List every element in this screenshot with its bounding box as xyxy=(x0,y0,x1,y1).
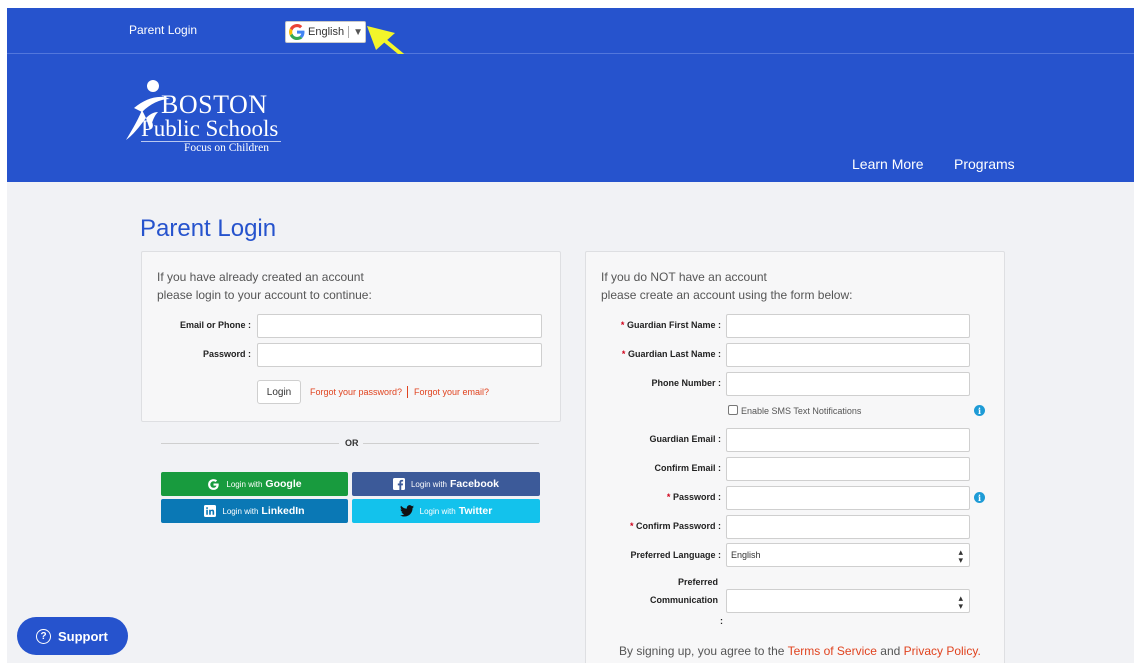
hero-banner: BOSTON Public Schools Focus on Children … xyxy=(7,54,1134,182)
google-g-icon xyxy=(208,478,220,490)
guardian-first-name-input[interactable] xyxy=(726,314,970,338)
nav-programs[interactable]: Programs xyxy=(954,156,1015,172)
select-arrows-icon: ▴ ▾ xyxy=(958,593,963,611)
preferred-language-select[interactable]: English ▴ ▾ xyxy=(726,543,970,567)
privacy-policy-link[interactable]: Privacy Policy xyxy=(904,644,978,658)
preferred-communication-label-2: Communication xyxy=(649,595,718,605)
sms-info-icon[interactable]: i xyxy=(974,405,985,416)
confirm-email-label: Confirm Email : xyxy=(654,463,721,473)
signup-password-label: * Password : xyxy=(666,492,721,502)
or-divider-text: OR xyxy=(345,438,359,448)
password-info-icon[interactable]: i xyxy=(974,492,985,503)
top-bar: Parent Login English ▼ xyxy=(7,8,1134,104)
chevron-down-icon: ▼ xyxy=(353,26,363,38)
link-divider xyxy=(407,386,408,398)
sms-notifications-label[interactable]: Enable SMS Text Notifications xyxy=(741,406,861,416)
linkedin-button-prefix: Login with xyxy=(222,506,259,516)
logo-line-public-schools: Public Schools xyxy=(141,116,279,141)
terms-prefix: By signing up, you agree to the xyxy=(619,644,785,658)
email-or-phone-input[interactable] xyxy=(257,314,542,338)
logo-tagline: Focus on Children xyxy=(184,142,269,154)
language-label: English xyxy=(308,26,345,38)
preferred-communication-select[interactable]: ▴ ▾ xyxy=(726,589,970,613)
login-button[interactable]: Login xyxy=(257,380,301,404)
twitter-button-prefix: Login with xyxy=(419,506,456,516)
guardian-email-label: Guardian Email : xyxy=(649,434,721,444)
google-button-brand: Google xyxy=(265,478,302,490)
preferred-language-label: Preferred Language : xyxy=(630,550,721,560)
login-with-linkedin-button[interactable]: Login with LinkedIn xyxy=(161,499,348,523)
or-divider-right xyxy=(363,443,539,444)
login-with-facebook-button[interactable]: Login with Facebook xyxy=(352,472,540,496)
facebook-button-brand: Facebook xyxy=(450,478,500,490)
facebook-button-prefix: Login with xyxy=(410,479,447,489)
guardian-last-name-input[interactable] xyxy=(726,343,970,367)
linkedin-button-brand: LinkedIn xyxy=(261,505,305,517)
preferred-language-value: English xyxy=(731,550,761,560)
guardian-email-input[interactable] xyxy=(726,428,970,452)
twitter-button-brand: Twitter xyxy=(458,505,493,517)
or-divider-left xyxy=(161,443,339,444)
google-button-prefix: Login with xyxy=(226,479,263,489)
preferred-communication-label-1: Preferred xyxy=(677,577,718,587)
forgot-password-link[interactable]: Forgot your password? xyxy=(310,387,402,397)
nav-learn-more[interactable]: Learn More xyxy=(852,156,924,172)
facebook-icon xyxy=(392,478,405,490)
twitter-bird-icon xyxy=(399,505,414,517)
terms-and: and xyxy=(880,644,901,658)
confirm-email-input[interactable] xyxy=(726,457,970,481)
language-divider xyxy=(348,26,350,38)
signup-intro-1: If you do NOT have an account xyxy=(601,270,767,284)
password-input[interactable] xyxy=(257,343,542,367)
login-intro-1: If you have already created an account xyxy=(157,270,364,284)
support-label: Support xyxy=(58,628,108,644)
password-label: Password : xyxy=(202,349,251,359)
google-icon xyxy=(289,24,305,40)
login-intro-2: please login to your account to continue… xyxy=(157,288,372,302)
sms-notifications-checkbox[interactable] xyxy=(728,405,738,415)
email-or-phone-label: Email or Phone : xyxy=(179,320,251,330)
confirm-password-input[interactable] xyxy=(726,515,970,539)
forgot-email-link[interactable]: Forgot your email? xyxy=(414,387,489,397)
confirm-password-label: * Confirm Password : xyxy=(629,521,721,531)
linkedin-icon xyxy=(204,505,217,517)
terms-notice: By signing up, you agree to the Terms of… xyxy=(619,644,981,658)
support-button[interactable]: ? Support xyxy=(17,617,128,655)
guardian-first-name-label: * Guardian First Name : xyxy=(620,320,721,330)
login-with-google-button[interactable]: Login with Google xyxy=(161,472,348,496)
page-title: Parent Login xyxy=(140,215,277,242)
preferred-communication-colon: : xyxy=(720,616,723,626)
login-with-twitter-button[interactable]: Login with Twitter xyxy=(352,499,540,523)
help-icon: ? xyxy=(36,628,51,644)
signup-password-input[interactable] xyxy=(726,486,970,510)
phone-number-input[interactable] xyxy=(726,372,970,396)
top-parent-login-link[interactable]: Parent Login xyxy=(129,23,197,37)
signup-intro-2: please create an account using the form … xyxy=(601,288,853,302)
terms-of-service-link[interactable]: Terms of Service xyxy=(788,644,877,658)
page: Parent Login English ▼ BOSTON Public Sch… xyxy=(7,8,1134,663)
phone-number-label: Phone Number : xyxy=(651,378,721,388)
terms-end: . xyxy=(977,644,981,658)
guardian-last-name-label: * Guardian Last Name : xyxy=(621,349,721,359)
select-arrows-icon: ▴ ▾ xyxy=(958,547,963,565)
language-selector[interactable]: English ▼ xyxy=(285,21,366,43)
